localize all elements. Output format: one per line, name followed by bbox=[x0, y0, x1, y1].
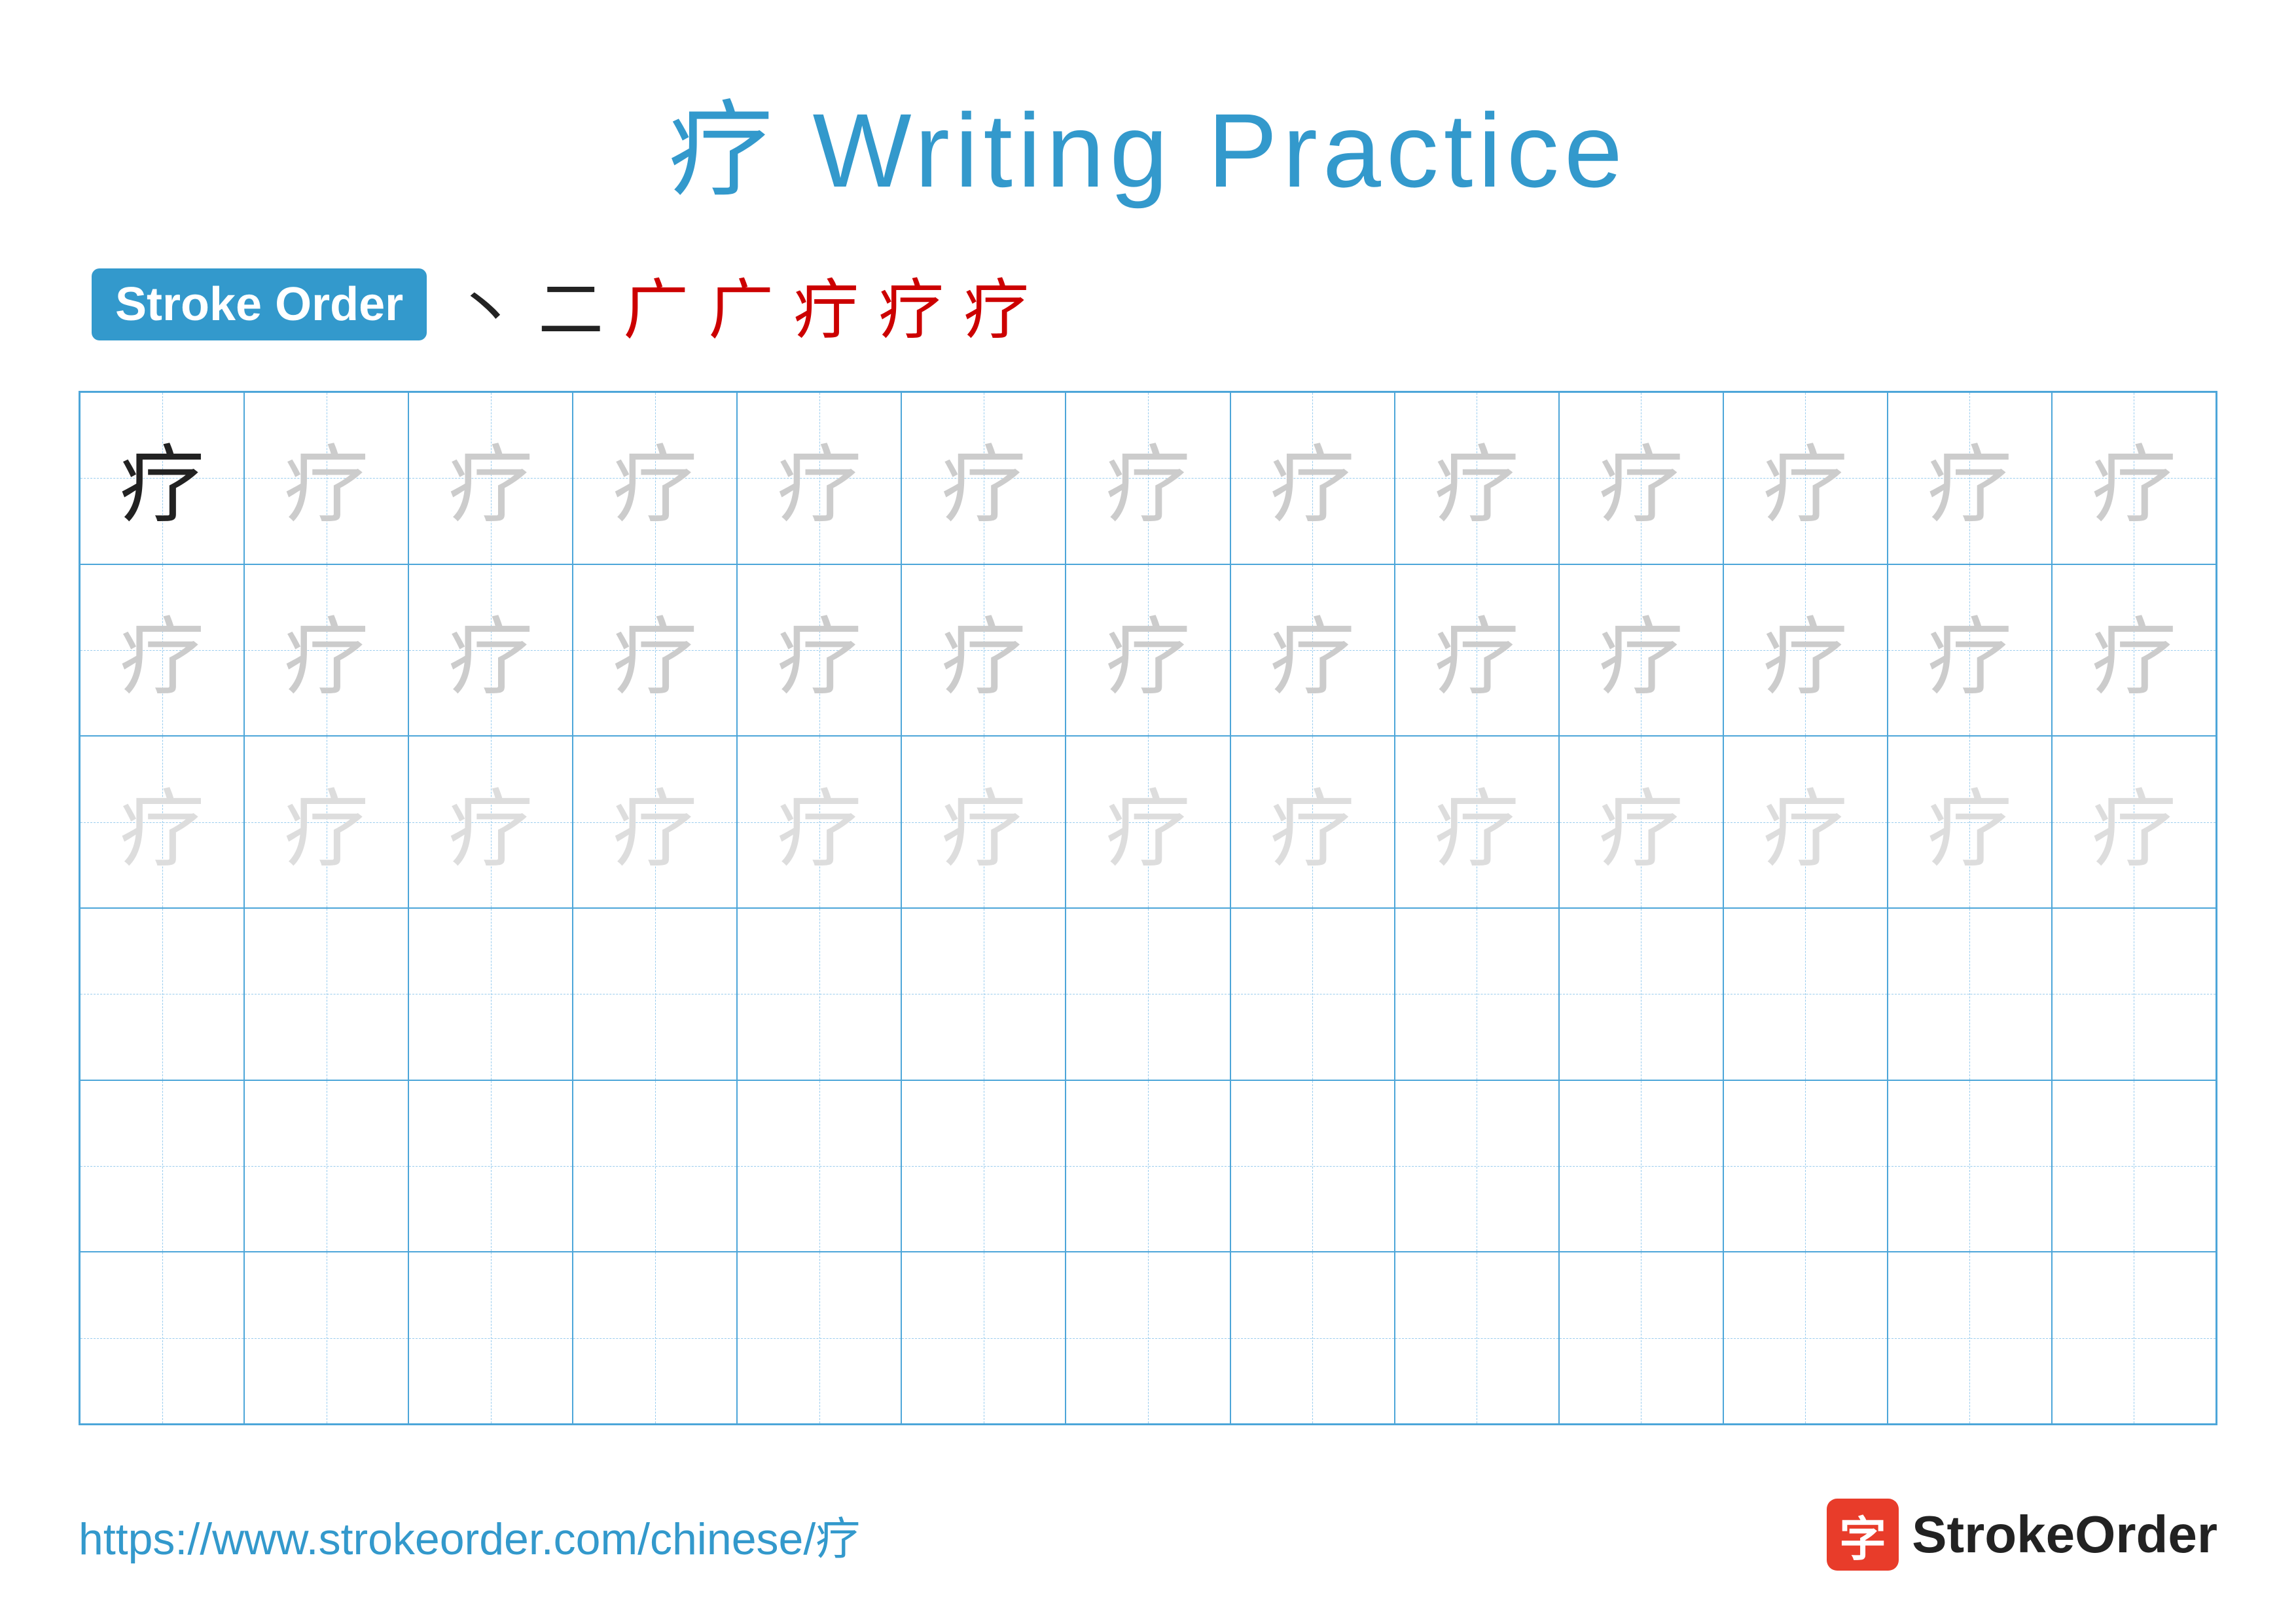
table-row[interactable]: 疗 bbox=[1230, 736, 1395, 908]
table-row[interactable]: 疗 bbox=[1395, 564, 1559, 737]
table-row[interactable] bbox=[1066, 908, 1230, 1080]
table-row[interactable] bbox=[408, 908, 573, 1080]
table-row[interactable]: 疗 bbox=[1230, 392, 1395, 564]
practice-grid: 疗疗疗疗疗疗疗疗疗疗疗疗疗疗疗疗疗疗疗疗疗疗疗疗疗疗疗疗疗疗疗疗疗疗疗疗疗疗疗 bbox=[79, 391, 2217, 1425]
table-row[interactable] bbox=[901, 1252, 1066, 1424]
table-row[interactable]: 疗 bbox=[901, 564, 1066, 737]
table-row[interactable] bbox=[408, 1252, 573, 1424]
table-row[interactable] bbox=[408, 1080, 573, 1252]
table-row[interactable] bbox=[1888, 908, 2052, 1080]
page: 疗 Writing Practice Stroke Order 丶 ⼆ 广 广 … bbox=[0, 0, 2296, 1623]
table-row[interactable] bbox=[737, 1252, 901, 1424]
table-row[interactable]: 疗 bbox=[573, 392, 737, 564]
stroke-4: 广 bbox=[708, 257, 774, 352]
table-row[interactable] bbox=[737, 908, 901, 1080]
table-row[interactable]: 疗 bbox=[1888, 564, 2052, 737]
table-row[interactable] bbox=[1066, 1252, 1230, 1424]
table-row[interactable]: 疗 bbox=[1066, 736, 1230, 908]
table-row[interactable]: 疗 bbox=[408, 392, 573, 564]
stroke-sequence: 丶 ⼆ 广 广 疔 疗 疗 bbox=[453, 257, 1029, 352]
footer-logo: 字 StrokeOrder bbox=[1827, 1499, 2217, 1571]
table-row[interactable] bbox=[1230, 1252, 1395, 1424]
table-row[interactable] bbox=[737, 1080, 901, 1252]
table-row[interactable] bbox=[573, 1080, 737, 1252]
table-row[interactable] bbox=[1723, 1080, 1888, 1252]
table-row[interactable] bbox=[80, 908, 244, 1080]
table-row[interactable]: 疗 bbox=[2052, 736, 2216, 908]
table-row[interactable]: 疗 bbox=[1066, 564, 1230, 737]
stroke-order-badge: Stroke Order bbox=[92, 268, 427, 340]
stroke-1: 丶 bbox=[453, 257, 518, 352]
footer: https://www.strokeorder.com/chinese/疗 字 … bbox=[79, 1499, 2217, 1571]
table-row[interactable] bbox=[244, 1252, 408, 1424]
table-row[interactable]: 疗 bbox=[244, 564, 408, 737]
logo-icon: 字 bbox=[1827, 1499, 1899, 1571]
table-row[interactable]: 疗 bbox=[244, 392, 408, 564]
table-row[interactable] bbox=[2052, 908, 2216, 1080]
table-row[interactable]: 疗 bbox=[901, 736, 1066, 908]
table-row[interactable]: 疗 bbox=[737, 736, 901, 908]
table-row[interactable]: 疗 bbox=[1888, 736, 2052, 908]
table-row[interactable]: 疗 bbox=[244, 736, 408, 908]
table-row[interactable]: 疗 bbox=[1723, 564, 1888, 737]
table-row[interactable] bbox=[1559, 1252, 1723, 1424]
table-row[interactable]: 疗 bbox=[80, 392, 244, 564]
table-row[interactable]: 疗 bbox=[1888, 392, 2052, 564]
table-row[interactable] bbox=[1723, 908, 1888, 1080]
table-row[interactable] bbox=[901, 908, 1066, 1080]
table-row[interactable]: 疗 bbox=[80, 564, 244, 737]
table-row[interactable]: 疗 bbox=[737, 392, 901, 564]
page-title: 疗 Writing Practice bbox=[79, 65, 2217, 217]
table-row[interactable] bbox=[1888, 1080, 2052, 1252]
table-row[interactable]: 疗 bbox=[1559, 736, 1723, 908]
table-row[interactable]: 疗 bbox=[1395, 736, 1559, 908]
title-section: 疗 Writing Practice bbox=[79, 65, 2217, 217]
stroke-3: 广 bbox=[623, 257, 689, 352]
table-row[interactable] bbox=[80, 1080, 244, 1252]
table-row[interactable]: 疗 bbox=[1395, 392, 1559, 564]
table-row[interactable]: 疗 bbox=[1066, 392, 1230, 564]
table-row[interactable] bbox=[244, 908, 408, 1080]
logo-text: StrokeOrder bbox=[1912, 1504, 2217, 1565]
table-row[interactable]: 疗 bbox=[1723, 736, 1888, 908]
table-row[interactable] bbox=[1230, 908, 1395, 1080]
table-row[interactable]: 疗 bbox=[408, 736, 573, 908]
table-row[interactable] bbox=[1559, 1080, 1723, 1252]
table-row[interactable]: 疗 bbox=[573, 736, 737, 908]
table-row[interactable]: 疗 bbox=[408, 564, 573, 737]
table-row[interactable] bbox=[1395, 1080, 1559, 1252]
table-row[interactable] bbox=[1066, 1080, 1230, 1252]
table-row[interactable] bbox=[1559, 908, 1723, 1080]
table-row[interactable] bbox=[244, 1080, 408, 1252]
table-row[interactable]: 疗 bbox=[80, 736, 244, 908]
table-row[interactable] bbox=[1723, 1252, 1888, 1424]
table-row[interactable]: 疗 bbox=[2052, 392, 2216, 564]
stroke-5: 疔 bbox=[793, 257, 859, 352]
table-row[interactable]: 疗 bbox=[2052, 564, 2216, 737]
table-row[interactable] bbox=[1395, 908, 1559, 1080]
table-row[interactable]: 疗 bbox=[1559, 392, 1723, 564]
table-row[interactable]: 疗 bbox=[737, 564, 901, 737]
table-row[interactable]: 疗 bbox=[573, 564, 737, 737]
table-row[interactable] bbox=[1230, 1080, 1395, 1252]
table-row[interactable] bbox=[2052, 1252, 2216, 1424]
table-row[interactable]: 疗 bbox=[1559, 564, 1723, 737]
stroke-order-section: Stroke Order 丶 ⼆ 广 广 疔 疗 疗 bbox=[79, 257, 2217, 352]
table-row[interactable]: 疗 bbox=[1230, 564, 1395, 737]
table-row[interactable] bbox=[573, 908, 737, 1080]
table-row[interactable] bbox=[2052, 1080, 2216, 1252]
table-row[interactable] bbox=[1888, 1252, 2052, 1424]
stroke-6: 疗 bbox=[878, 257, 944, 352]
footer-url[interactable]: https://www.strokeorder.com/chinese/疗 bbox=[79, 1503, 860, 1567]
table-row[interactable] bbox=[1395, 1252, 1559, 1424]
table-row[interactable]: 疗 bbox=[901, 392, 1066, 564]
table-row[interactable] bbox=[80, 1252, 244, 1424]
table-row[interactable] bbox=[901, 1080, 1066, 1252]
stroke-7: 疗 bbox=[963, 257, 1029, 352]
table-row[interactable] bbox=[573, 1252, 737, 1424]
stroke-2: ⼆ bbox=[538, 257, 603, 352]
table-row[interactable]: 疗 bbox=[1723, 392, 1888, 564]
